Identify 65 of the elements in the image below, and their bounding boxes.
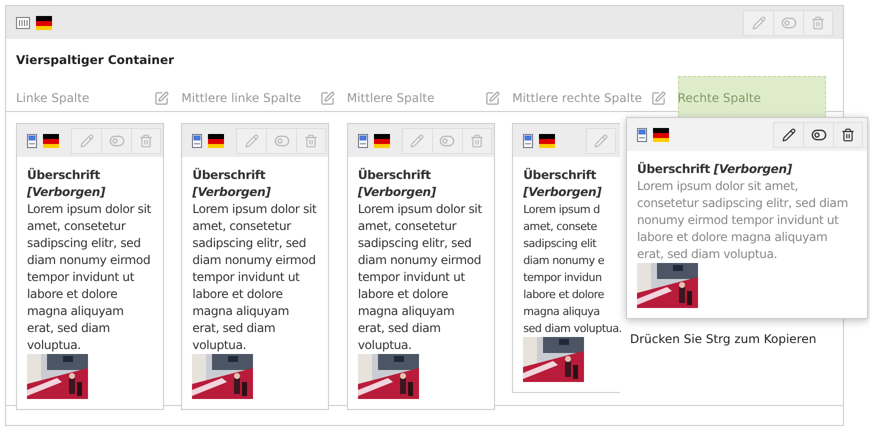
card-text-line: sadipscing elit (523, 236, 598, 252)
pencil-icon (594, 134, 608, 148)
column-label: Rechte Spalte (678, 90, 762, 107)
card-text-line: Lorem ipsum d (523, 202, 601, 218)
copy-hint: Drücken Sie Strg zum Kopieren (630, 331, 816, 348)
hidden-status: [Verborgen] (358, 184, 437, 201)
pencil-icon (410, 134, 424, 148)
content-element-icon (523, 134, 534, 148)
toggle-icon (274, 132, 290, 148)
hidden-status: [Verborgen] (523, 184, 602, 201)
flag-icon (208, 134, 224, 148)
content-element-icon (358, 134, 368, 148)
drag-preview-card[interactable]: Überschrift [Verborgen] Lorem ipsum dolor sit amet, consetetur sadipscing elitr, sed diam nonumy eirmod tempor invidunt ut labore et dolore magna aliquyam erat, sed diam voluptua. (626, 117, 868, 319)
column-label: Mittlere linke Spalte (181, 90, 302, 107)
card-heading: Überschrift [Verborgen] (637, 161, 793, 178)
content-element-icon (637, 128, 647, 142)
content-element-icon (27, 134, 37, 148)
toggle-icon (780, 14, 796, 30)
card-text-line: diam nonumy e (523, 253, 606, 269)
pencil-icon (752, 16, 766, 30)
card-text-line: sed diam voluptua. (523, 321, 620, 337)
pencil-icon (244, 134, 259, 148)
card-text-line: amet, consete (523, 219, 598, 235)
card-text: Lorem ipsum dolor sit amet, consetetur sadipscing elitr, sed diam nonumy eirmod tempor invidunt ut labore et dolore magna aliquyam erat, sed diam voluptua. (637, 178, 850, 263)
card-text-line: tempor invidun (523, 270, 603, 286)
trash-icon (811, 16, 825, 30)
edit-column-icon[interactable] (320, 90, 335, 106)
edit-column-icon[interactable] (154, 90, 170, 106)
card-heading: Überschrift (358, 167, 432, 184)
flag-icon (653, 128, 669, 142)
column-label: Mittlere Spalte (346, 90, 436, 107)
flag-icon (36, 16, 52, 30)
card-text-line: labore et dolore (523, 287, 605, 303)
content-card[interactable]: Überschrift [Verborgen] Lorem ipsum d amet, consete sadipscing elit diam nonumy e tempor invidun labore et dolore magna aliquya sed diam voluptua. (512, 123, 620, 393)
delete-button[interactable] (833, 122, 863, 148)
toggle-icon (108, 132, 124, 148)
trash-icon (470, 134, 484, 148)
card-text-line: magna aliquya (523, 304, 601, 320)
column-label: Linke Spalte (16, 90, 90, 107)
card-heading: Überschrift (192, 167, 266, 184)
card-text: Lorem ipsum dolor sit amet, consetetur sadipscing elitr, sed diam nonumy eirmod tempor invidunt ut labore et dolore magna aliquyam erat, sed diam voluptua. (27, 201, 152, 354)
pencil-icon (782, 128, 796, 142)
content-element-icon (192, 134, 202, 148)
column-label: Mittlere rechte Spalte (512, 90, 644, 107)
pencil-icon (80, 134, 94, 148)
edit-button[interactable] (773, 122, 803, 148)
container-title: Vierspaltiger Container (15, 52, 176, 69)
toggle-button[interactable] (803, 122, 833, 148)
container-icon (16, 16, 30, 28)
trash-icon (304, 134, 318, 148)
card-heading: Überschrift (523, 167, 598, 184)
toggle-icon (439, 132, 456, 148)
toggle-icon (810, 126, 826, 142)
hidden-status: [Verborgen] (192, 184, 272, 201)
card-text: Lorem ipsum dolor sit amet, consetetur sadipscing elitr, sed diam nonumy eirmod tempor invidunt ut labore et dolore magna aliquyam erat, sed diam voluptua. (358, 201, 483, 354)
trash-icon (841, 128, 855, 142)
card-heading: Überschrift (27, 167, 101, 184)
flag-icon (374, 134, 390, 148)
card-text: Lorem ipsum dolor sit amet, consetetur sadipscing elitr, sed diam nonumy eirmod tempor invidunt ut labore et dolore magna aliquyam erat, sed diam voluptua. (192, 201, 318, 354)
trash-icon (139, 134, 153, 148)
edit-column-icon[interactable] (650, 90, 666, 106)
flag-icon (43, 134, 59, 148)
flag-icon (539, 134, 556, 148)
hidden-status: [Verborgen] (27, 184, 106, 201)
edit-column-icon[interactable] (485, 90, 500, 106)
